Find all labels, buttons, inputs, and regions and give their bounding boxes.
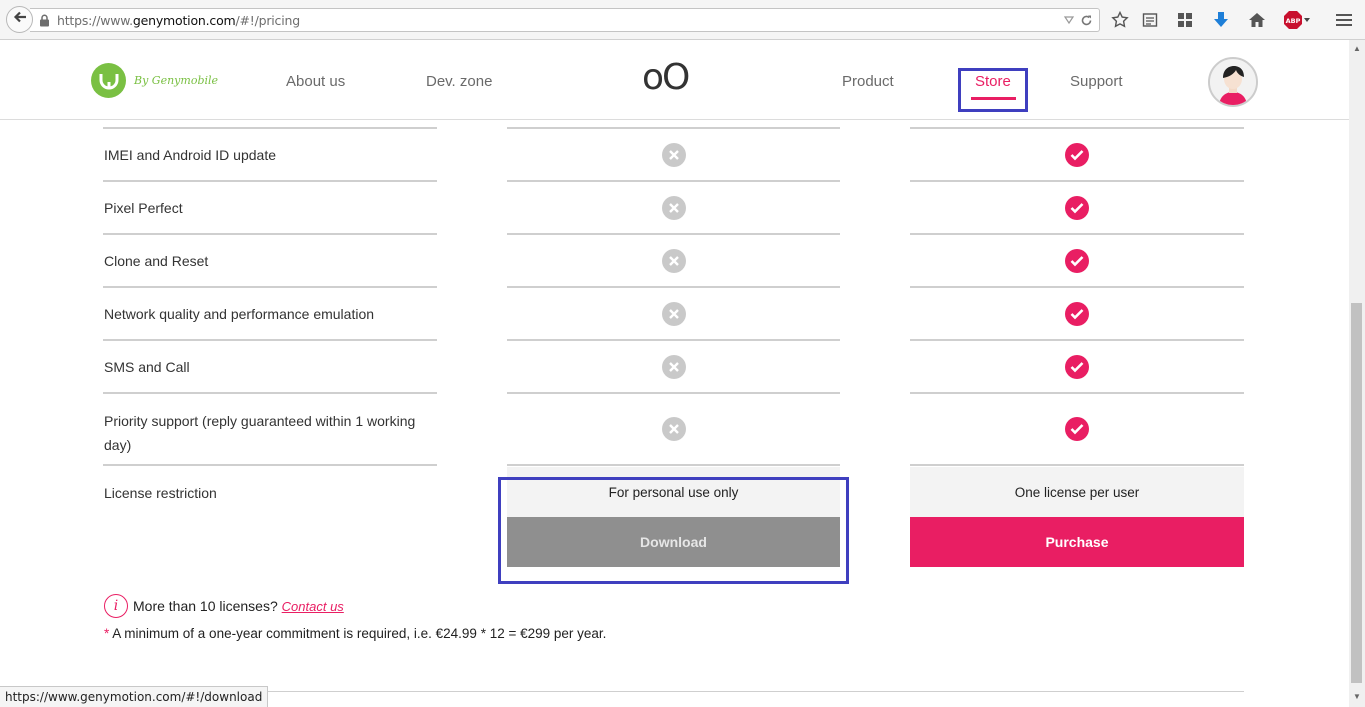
scroll-up-arrow[interactable]: ▲ — [1352, 44, 1362, 54]
row-divider — [103, 286, 437, 288]
row-divider — [910, 339, 1244, 341]
check-icon — [1065, 195, 1089, 220]
nav-dev-zone[interactable]: Dev. zone — [426, 73, 492, 90]
download-icon[interactable] — [1210, 9, 1232, 31]
browser-toolbar: https://www.genymotion.com/#!/pricing AB… — [0, 0, 1365, 40]
footnote-star: * — [104, 626, 110, 641]
url-text[interactable]: https://www.genymotion.com/#!/pricing — [57, 13, 300, 28]
bookmark-star-icon[interactable] — [1109, 9, 1131, 31]
home-icon[interactable] — [1246, 9, 1268, 31]
row-divider — [507, 180, 840, 182]
feature-label: SMS and Call — [104, 358, 190, 375]
purchase-button[interactable]: Purchase — [910, 517, 1244, 567]
row-divider — [103, 339, 437, 341]
avatar[interactable] — [1208, 57, 1258, 107]
url-bar[interactable]: https://www.genymotion.com/#!/pricing — [30, 8, 1100, 32]
feature-label: Priority support (reply guaranteed withi… — [104, 413, 416, 453]
store-active-underline — [971, 97, 1016, 100]
check-icon — [1065, 142, 1089, 167]
logo-text[interactable]: By Genymobile — [134, 74, 218, 87]
row-divider — [910, 286, 1244, 288]
more-licenses-text: More than 10 licenses? Contact us — [133, 598, 344, 614]
site-header: By Genymobile About us Dev. zone oO Prod… — [0, 40, 1349, 120]
menu-icon[interactable] — [1333, 9, 1355, 31]
cross-icon — [662, 417, 686, 441]
scroll-down-arrow[interactable]: ▼ — [1352, 692, 1362, 702]
check-icon — [1065, 354, 1089, 379]
row-divider — [507, 464, 840, 466]
footnote: * A minimum of a one-year commitment is … — [104, 626, 606, 641]
row-divider — [507, 392, 840, 394]
feature-label: IMEI and Android ID update — [104, 146, 276, 163]
lock-icon[interactable] — [39, 14, 50, 32]
license-restriction-label: License restriction — [104, 485, 217, 501]
dropdown-icon[interactable] — [1063, 14, 1075, 29]
scroll-thumb[interactable] — [1351, 303, 1362, 683]
row-divider — [507, 127, 840, 129]
nav-support[interactable]: Support — [1070, 73, 1123, 90]
footnote-text: A minimum of a one-year commitment is re… — [112, 626, 607, 641]
nav-store[interactable]: Store — [975, 73, 1011, 90]
back-button[interactable] — [6, 6, 33, 33]
cross-icon — [662, 354, 686, 379]
contact-us-link[interactable]: Contact us — [282, 599, 344, 614]
row-divider — [507, 233, 840, 235]
row-divider — [910, 392, 1244, 394]
feature-label: Network quality and performance emulatio… — [104, 305, 375, 322]
back-arrow-icon — [13, 10, 27, 29]
row-divider — [910, 127, 1244, 129]
nav-about-us[interactable]: About us — [286, 73, 345, 90]
scrollbar[interactable]: ▲ ▼ — [1349, 40, 1365, 707]
grid-icon[interactable] — [1174, 9, 1196, 31]
nav-product[interactable]: Product — [842, 73, 894, 90]
reading-list-icon[interactable] — [1139, 9, 1161, 31]
check-icon — [1065, 248, 1089, 273]
row-divider — [910, 464, 1244, 466]
paid-license-restriction: One license per user — [910, 467, 1244, 517]
svg-text:ABP: ABP — [1286, 17, 1301, 25]
feature-label: Clone and Reset — [104, 252, 209, 269]
check-icon — [1065, 417, 1089, 441]
adblock-icon[interactable]: ABP — [1282, 9, 1312, 31]
info-icon: i — [104, 594, 128, 618]
status-bar-url: https://www.genymotion.com/#!/download — [0, 686, 269, 707]
row-divider — [910, 233, 1244, 235]
row-divider — [507, 339, 840, 341]
row-divider — [103, 392, 437, 394]
row-divider — [103, 233, 437, 235]
cross-icon — [662, 195, 686, 220]
cross-icon — [662, 248, 686, 273]
download-highlight-box — [498, 477, 849, 584]
cross-icon — [662, 142, 686, 167]
reload-icon[interactable] — [1080, 14, 1093, 30]
brand-mark[interactable]: oO — [642, 60, 690, 96]
row-divider — [103, 464, 437, 466]
row-divider — [103, 127, 437, 129]
genymobile-logo[interactable] — [91, 63, 126, 98]
cross-icon — [662, 301, 686, 326]
feature-label: Pixel Perfect — [104, 199, 183, 216]
check-icon — [1065, 301, 1089, 326]
row-divider — [507, 286, 840, 288]
divider — [104, 691, 1244, 692]
row-divider — [103, 180, 437, 182]
row-divider — [910, 180, 1244, 182]
